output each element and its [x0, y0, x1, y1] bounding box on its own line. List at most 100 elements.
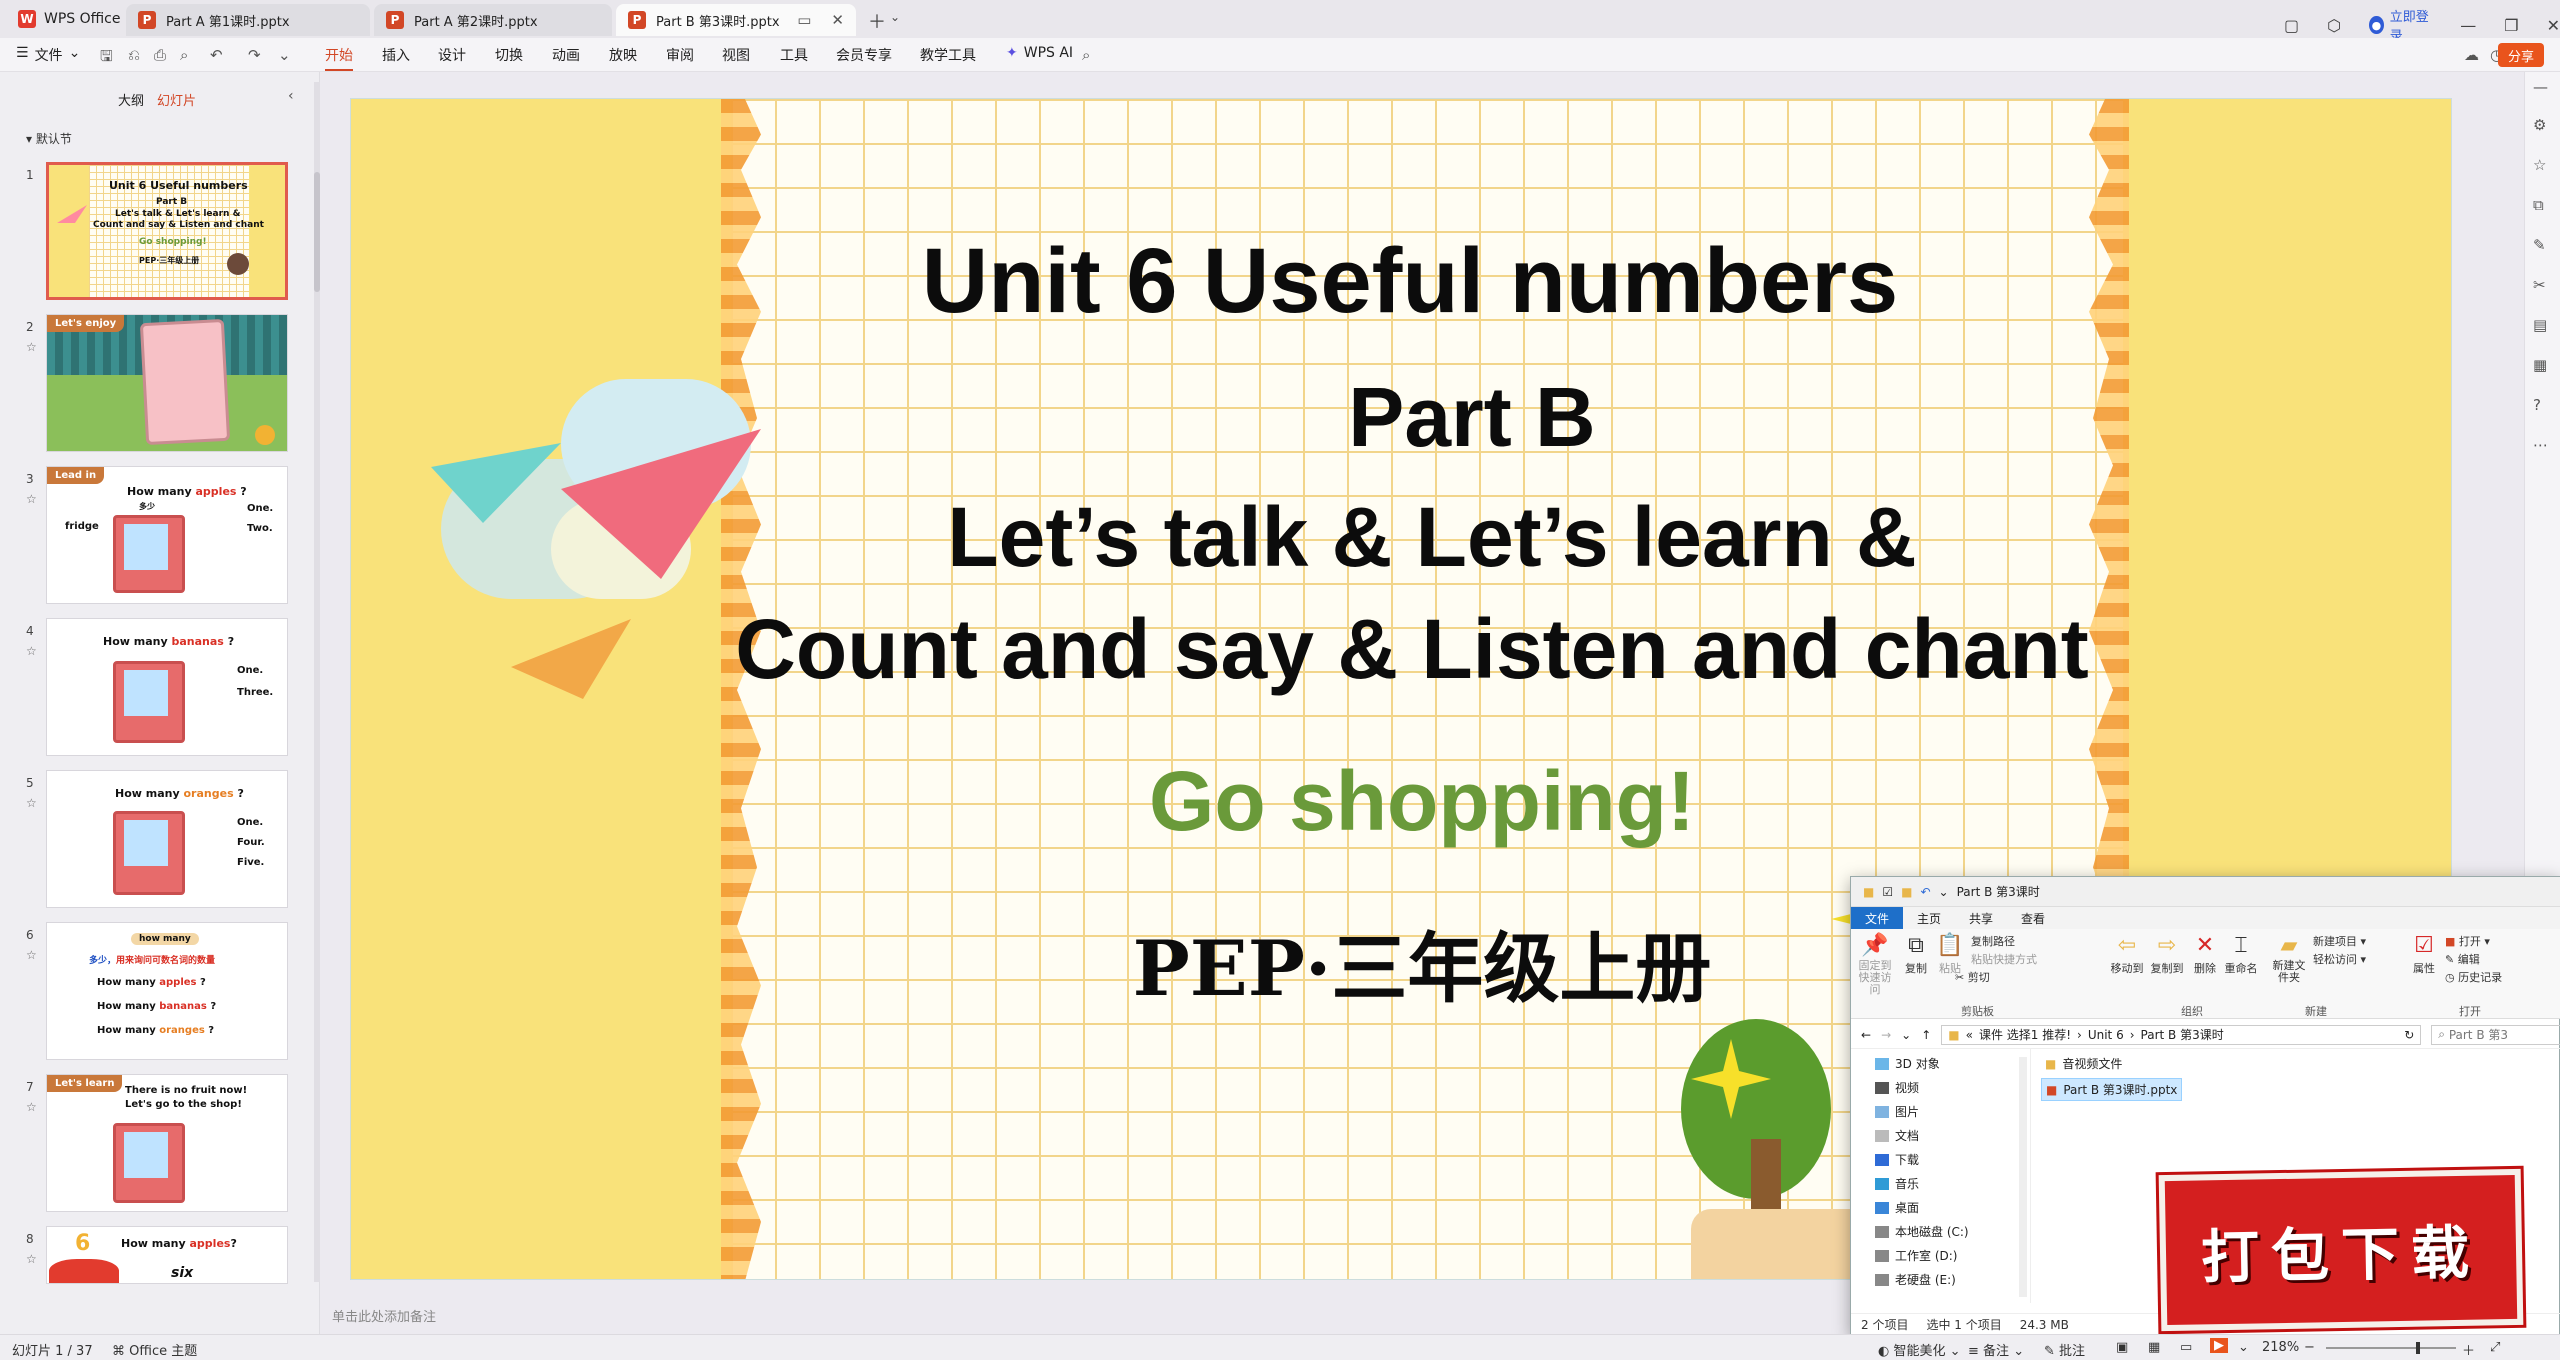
copy-to-button[interactable]: ⇨ 复制到 — [2149, 933, 2185, 976]
reading-view-icon[interactable]: ▭ — [2180, 1340, 2192, 1355]
star-icon[interactable]: ☆ — [26, 1252, 37, 1266]
minimize-icon[interactable]: — — [2460, 16, 2476, 35]
slide-thumb-2[interactable]: Let's enjoy — [46, 314, 288, 452]
tab-design[interactable]: 设计 — [438, 45, 466, 65]
address-bar[interactable]: ■ « 课件 选择1 推荐! › Unit 6 › Part B 第3课时 ↻ — [1941, 1024, 2422, 1045]
explorer-tab-file[interactable]: 文件 — [1851, 907, 1904, 929]
play-icon[interactable] — [255, 425, 275, 445]
paste-shortcut-button[interactable]: 粘贴快捷方式 — [1971, 951, 2037, 967]
tab-view[interactable]: 视图 — [722, 45, 750, 65]
copy-path-button[interactable]: 复制路径 — [1971, 933, 2015, 949]
nav-item[interactable]: 桌面 — [1875, 1199, 1919, 1216]
fit-window-icon[interactable]: ⤢ — [2490, 1340, 2500, 1355]
zoom-in-icon[interactable]: ＋ — [2462, 1340, 2475, 1359]
animation-star-icon[interactable]: ☆ — [2533, 156, 2546, 174]
back-icon[interactable]: ← — [1861, 1028, 1871, 1042]
search-field[interactable]: ⌕ Part B 第3 — [2431, 1024, 2560, 1045]
star-icon[interactable]: ☆ — [26, 1100, 37, 1114]
tab-slides[interactable]: 幻灯片 — [157, 90, 196, 109]
cut-button[interactable]: ✂ 剪切 — [1955, 969, 1990, 985]
sorter-view-icon[interactable]: ▦ — [2148, 1340, 2160, 1355]
print-icon[interactable]: ⎙ — [154, 46, 166, 64]
open-button[interactable]: ■ 打开 ▾ — [2445, 933, 2490, 949]
slide-thumb-8[interactable]: 6 How many apples? six — [46, 1226, 288, 1284]
restore-icon[interactable]: ❐ — [2504, 16, 2518, 35]
close-icon[interactable]: ✕ — [2547, 16, 2560, 35]
slide-thumb-7[interactable]: Let's learn There is no fruit now! Let's… — [46, 1074, 288, 1212]
new-folder-button[interactable]: ▰ 新建文件夹 — [2271, 933, 2307, 984]
up-icon[interactable]: ↑ — [1921, 1028, 1931, 1042]
undo-history-icon[interactable]: ⎌ — [128, 46, 140, 64]
rename-button[interactable]: ⌶ 重命名 — [2223, 933, 2259, 976]
tab-doc-3[interactable]: P Part B 第3课时.pptx ▭ ✕ — [616, 4, 856, 36]
breadcrumb-item[interactable]: Part B 第3课时 — [2141, 1026, 2224, 1043]
comment-button[interactable]: ✎ 批注 — [2044, 1340, 2085, 1359]
nav-item[interactable]: 音乐 — [1875, 1175, 1919, 1192]
explorer-tab-home[interactable]: 主页 — [1903, 907, 1955, 929]
breadcrumb-item[interactable]: 课件 选择1 推荐! — [1979, 1026, 2071, 1043]
play-slideshow-icon[interactable]: ▶ — [2210, 1338, 2228, 1353]
properties-icon[interactable]: ⚙ — [2533, 116, 2546, 134]
nav-item[interactable]: 文档 — [1875, 1127, 1919, 1144]
tab-slideshow[interactable]: 放映 — [609, 45, 637, 65]
history-button[interactable]: ◷ 历史记录 — [2445, 969, 2502, 985]
zoom-slider-thumb[interactable] — [2416, 1342, 2420, 1354]
move-to-button[interactable]: ⇦ 移动到 — [2109, 933, 2145, 976]
forward-icon[interactable]: → — [1881, 1028, 1891, 1042]
copy-icon[interactable]: ⧉ — [2533, 196, 2544, 214]
wps-home-tab[interactable]: W WPS Office — [18, 9, 121, 29]
play-options-icon[interactable]: ⌄ — [2238, 1340, 2249, 1355]
slide-thumb-5[interactable]: How many oranges ? One. Four. Five. — [46, 770, 288, 908]
tab-tools[interactable]: 工具 — [780, 45, 808, 65]
nav-item[interactable]: 视频 — [1875, 1079, 1919, 1096]
tab-float-icon[interactable]: ▭ — [797, 11, 811, 29]
list-item[interactable]: ■ 音视频文件 — [2041, 1053, 2182, 1074]
star-icon[interactable]: ☆ — [26, 948, 37, 962]
nav-scrollbar[interactable] — [2019, 1057, 2027, 1297]
minimize-panel-icon[interactable]: — — [2533, 78, 2548, 96]
wps-ai-button[interactable]: ✦ WPS AI — [1006, 45, 1073, 61]
nav-item[interactable]: 老硬盘 (E:) — [1875, 1271, 1956, 1288]
properties-button[interactable]: ☑ 属性 — [2409, 933, 2439, 976]
tab-transition[interactable]: 切换 — [495, 45, 523, 65]
nav-item[interactable]: 本地磁盘 (C:) — [1875, 1223, 1969, 1240]
breadcrumb-item[interactable]: Unit 6 — [2088, 1028, 2124, 1042]
tab-review[interactable]: 审阅 — [666, 45, 694, 65]
tab-doc-2[interactable]: P Part A 第2课时.pptx — [374, 4, 612, 36]
save-icon[interactable]: 🖫 — [100, 46, 113, 71]
zoom-slider[interactable] — [2326, 1347, 2456, 1349]
section-header[interactable]: ▾ 默认节 — [26, 130, 72, 147]
chevron-down-icon[interactable]: ⌄ — [1939, 885, 1949, 899]
window-layout-icon[interactable]: ▢ — [2284, 16, 2299, 35]
tab-insert[interactable]: 插入 — [382, 45, 410, 65]
zoom-out-icon[interactable]: − — [2304, 1340, 2315, 1355]
help-icon[interactable]: ? — [2533, 396, 2541, 414]
more-icon[interactable]: ⋯ — [2533, 436, 2548, 454]
delete-button[interactable]: ✕ 删除 — [2191, 933, 2219, 976]
star-icon[interactable]: ☆ — [26, 492, 37, 506]
star-icon[interactable]: ☆ — [26, 644, 37, 658]
tab-teaching-tools[interactable]: 教学工具 — [920, 45, 976, 65]
refresh-icon[interactable]: ↻ — [2404, 1028, 2414, 1042]
undo-icon[interactable]: ↶ — [1920, 885, 1930, 899]
explorer-title-bar[interactable]: ■ ☑ ■ ↶ ⌄ Part B 第3课时 — [1851, 877, 2560, 907]
slide-thumb-1[interactable]: Unit 6 Useful numbers Part B Let's talk … — [46, 162, 288, 300]
copy-button[interactable]: ⧉ 复制 — [1901, 933, 1931, 976]
smart-beautify-button[interactable]: ◐ 智能美化 ⌄ — [1878, 1340, 1961, 1359]
notes-placeholder[interactable]: 单击此处添加备注 — [332, 1306, 436, 1325]
nav-item[interactable]: 图片 — [1875, 1103, 1919, 1120]
cloud-sync-icon[interactable]: ☁ — [2464, 46, 2479, 64]
download-package-badge[interactable]: 打包下载 — [2158, 1168, 2524, 1332]
pin-quick-access-button[interactable]: 📌 固定到快速访问 — [1855, 933, 1895, 996]
redo-icon[interactable]: ↷ — [248, 46, 261, 64]
tab-close-icon[interactable]: ✕ — [831, 11, 844, 29]
collapse-panel-icon[interactable]: ‹ — [288, 88, 294, 104]
cube-icon[interactable]: ⬡ — [2327, 16, 2341, 35]
edit-button[interactable]: ✎ 编辑 — [2445, 951, 2480, 967]
tab-list-chevron-icon[interactable]: ⌄ — [890, 10, 900, 24]
layout-icon[interactable]: ▦ — [2533, 356, 2547, 374]
file-menu[interactable]: ☰ 文件 ⌄ — [16, 45, 80, 65]
slide-thumb-4[interactable]: How many bananas ? One. Three. — [46, 618, 288, 756]
nav-item[interactable]: 下载 — [1875, 1151, 1919, 1168]
star-icon[interactable]: ☆ — [26, 340, 37, 354]
